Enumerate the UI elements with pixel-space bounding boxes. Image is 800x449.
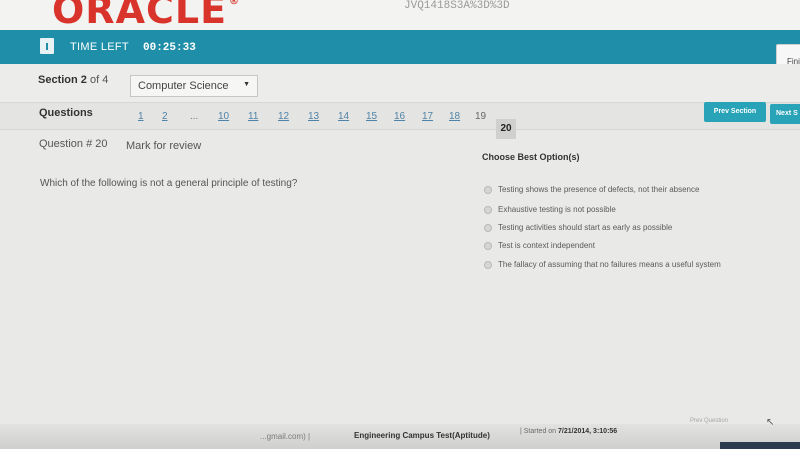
- prev-section-button[interactable]: Prev Section: [704, 102, 766, 122]
- question-link-1[interactable]: 1: [138, 111, 144, 122]
- radio-button[interactable]: [484, 223, 492, 232]
- question-link-15[interactable]: 15: [366, 111, 377, 122]
- question-link-16[interactable]: 16: [394, 111, 405, 122]
- option-label: The fallacy of assuming that no failures…: [498, 260, 721, 269]
- question-link-10[interactable]: 10: [218, 111, 229, 122]
- time-left-label: TIME LEFT: [70, 41, 129, 53]
- option-label: Testing activities should start as early…: [498, 223, 673, 232]
- section-select[interactable]: Computer Science ▼: [130, 75, 258, 97]
- question-text: Which of the following is not a general …: [40, 178, 298, 189]
- timer-bar: TIME LEFT 00:25:33 Fini: [0, 30, 800, 72]
- section-prefix: Section: [38, 74, 78, 86]
- started-date: 7/21/2014, 3:10:56: [558, 428, 618, 435]
- radio-button[interactable]: [484, 260, 492, 269]
- question-number: Question # 20: [39, 138, 108, 150]
- choose-options-heading: Choose Best Option(s): [482, 152, 580, 162]
- question-link-18[interactable]: 18: [449, 111, 460, 122]
- footer-test-name: Engineering Campus Test(Aptitude): [354, 431, 490, 440]
- question-link-17[interactable]: 17: [422, 111, 433, 122]
- oracle-logo: ORACLE ®: [52, 0, 241, 32]
- question-link-13[interactable]: 13: [308, 111, 319, 122]
- question-link-19[interactable]: 19: [475, 111, 486, 122]
- taskbar-strip: [720, 442, 800, 449]
- radio-button[interactable]: [484, 185, 492, 194]
- question-link-12[interactable]: 12: [278, 111, 289, 122]
- option-4[interactable]: Test is context independent: [484, 241, 595, 250]
- question-link-11[interactable]: 11: [248, 111, 258, 122]
- option-2[interactable]: Exhaustive testing is not possible: [484, 205, 616, 214]
- mark-for-review-link[interactable]: Mark for review: [126, 140, 201, 152]
- section-row: [0, 64, 800, 102]
- mouse-cursor-icon: ↖: [766, 417, 775, 428]
- option-1[interactable]: Testing shows the presence of defects, n…: [484, 185, 699, 194]
- option-5[interactable]: The fallacy of assuming that no failures…: [484, 260, 721, 269]
- prev-question-button[interactable]: Prev Question: [690, 418, 728, 424]
- question-link-14[interactable]: 14: [338, 111, 349, 122]
- url-fragment: JVQ1418S3A%3D%3D: [404, 0, 510, 12]
- question-ellipsis: ...: [190, 111, 199, 122]
- section-indicator: Section 2 of 4: [38, 74, 108, 86]
- section-select-value: Computer Science: [138, 80, 229, 92]
- top-header: ORACLE ® JVQ1418S3A%3D%3D: [0, 0, 800, 32]
- radio-button[interactable]: [484, 241, 492, 250]
- section-current: 2: [80, 74, 87, 86]
- questions-label: Questions: [39, 107, 93, 119]
- started-prefix: | Started on: [520, 428, 557, 435]
- info-icon: [40, 38, 54, 54]
- footer-started: | Started on 7/21/2014, 3:10:56: [520, 428, 617, 435]
- option-3[interactable]: Testing activities should start as early…: [484, 223, 672, 232]
- time-left-value: 00:25:33: [143, 42, 196, 54]
- question-link-2[interactable]: 2: [162, 111, 168, 122]
- footer-email: ...gmail.com) |: [260, 432, 311, 441]
- option-label: Test is context independent: [498, 241, 595, 250]
- caret-down-icon: ▼: [243, 81, 250, 88]
- question-link-current[interactable]: 20: [496, 119, 516, 139]
- option-label: Exhaustive testing is not possible: [498, 205, 616, 214]
- next-section-button[interactable]: Next S: [770, 104, 800, 124]
- section-total: of 4: [89, 74, 109, 86]
- option-label: Testing shows the presence of defects, n…: [498, 185, 700, 194]
- radio-button[interactable]: [484, 205, 492, 214]
